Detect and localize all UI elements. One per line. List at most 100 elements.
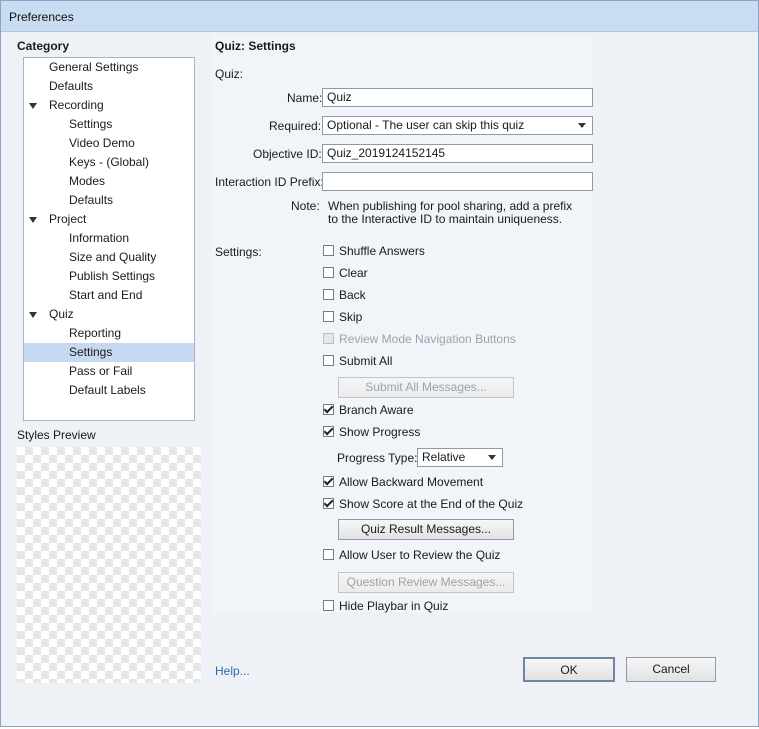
cancel-button[interactable]: Cancel [626,657,716,682]
category-item-start-and-end[interactable]: Start and End [24,286,194,305]
category-item-publish-settings[interactable]: Publish Settings [24,267,194,286]
category-item-label: Settings [69,345,113,359]
show-progress-label: Show Progress [339,425,421,439]
progress-type-value: Relative [422,450,466,464]
check-icon [323,497,334,508]
branch-aware-checkbox[interactable] [323,403,334,415]
category-item-label: Modes [69,174,106,188]
question-review-messages-button: Question Review Messages... [338,572,514,593]
category-item-pass-or-fail[interactable]: Pass or Fail [24,362,194,381]
clear-checkbox[interactable] [323,267,334,278]
required-select[interactable]: Optional - The user can skip this quiz [322,116,593,135]
category-item-size-and-quality[interactable]: Size and Quality [24,248,194,267]
expand-triangle-icon[interactable] [29,217,37,223]
category-tree: General Settings Defaults Recording Setting… [23,57,195,421]
category-item-reporting[interactable]: Reporting [24,324,194,343]
check-icon [323,425,334,436]
check-icon [323,403,334,414]
back-checkbox[interactable] [323,289,334,300]
category-item-label: Recording [49,98,104,112]
category-item-defaults[interactable]: Defaults [24,77,194,96]
styles-preview-label: Styles Preview [17,428,96,442]
show-progress-checkbox[interactable] [323,425,334,437]
settings-label: Settings: [215,245,262,259]
note-line-1: When publishing for pool sharing, add a … [328,199,573,213]
hide-playbar-checkbox[interactable] [323,600,334,611]
show-score-label: Show Score at the End of the Quiz [339,497,524,511]
clear-label: Clear [339,266,368,280]
category-item-label: Project [49,212,87,226]
preferences-window: Preferences Category General Settings Def… [0,0,759,727]
category-item-quiz[interactable]: Quiz [24,305,194,324]
styles-preview [17,447,201,683]
required-label: Required: [269,119,322,133]
category-item-settings[interactable]: Settings [24,343,194,362]
branch-aware-label: Branch Aware [339,403,414,417]
help-link[interactable]: Help... [215,664,250,678]
category-item-label: Size and Quality [69,250,157,264]
submit-all-messages-button: Submit All Messages... [338,377,514,398]
panel-title: Quiz: Settings [215,39,296,53]
category-item-keys-global[interactable]: Keys - (Global) [24,153,194,172]
allow-review-checkbox[interactable] [323,549,334,560]
category-item-modes[interactable]: Modes [24,172,194,191]
expand-triangle-icon[interactable] [29,103,37,109]
chevron-down-icon [488,455,496,460]
objective-id-label: Objective ID: [253,147,322,161]
category-item-label: Defaults [49,79,94,93]
review-mode-navigation-checkbox [323,333,334,344]
title-bar[interactable]: Preferences [1,1,758,32]
chevron-down-icon [578,123,586,128]
skip-label: Skip [339,310,363,324]
category-item-label: Publish Settings [69,269,156,283]
submit-all-checkbox[interactable] [323,355,334,366]
category-item-label: Video Demo [69,136,135,150]
category-item-recording[interactable]: Recording [24,96,194,115]
interaction-id-prefix-label: Interaction ID Prefix: [215,175,324,189]
category-item-label: Reporting [69,326,122,340]
quiz-result-messages-button[interactable]: Quiz Result Messages... [338,519,514,540]
name-input[interactable]: Quiz [322,88,593,107]
interaction-id-prefix-input[interactable] [322,172,593,191]
allow-backward-movement-checkbox[interactable] [323,475,334,487]
shuffle-answers-label: Shuffle Answers [339,244,425,258]
allow-review-label: Allow User to Review the Quiz [339,548,501,562]
category-item-information[interactable]: Information [24,229,194,248]
name-label: Name: [287,91,323,105]
category-item-label: Settings [69,117,113,131]
category-item-label: Pass or Fail [69,364,133,378]
allow-backward-movement-label: Allow Backward Movement [339,475,484,489]
category-heading: Category [17,39,70,53]
category-item-label: Information [69,231,130,245]
category-item-default-labels[interactable]: Default Labels [24,381,194,400]
note-line-2: to the Interactive ID to maintain unique… [328,212,563,226]
progress-type-select[interactable]: Relative [417,448,503,467]
category-item-project[interactable]: Project [24,210,194,229]
category-item-video-demo[interactable]: Video Demo [24,134,194,153]
show-score-checkbox[interactable] [323,497,334,509]
category-item-label: Quiz [49,307,74,321]
category-item-settings[interactable]: Settings [24,115,194,134]
shuffle-answers-checkbox[interactable] [323,245,334,256]
hide-playbar-label: Hide Playbar in Quiz [339,599,449,613]
window-title: Preferences [9,10,74,24]
ok-button[interactable]: OK [523,657,615,682]
category-item-general-settings[interactable]: General Settings [24,58,194,77]
skip-checkbox[interactable] [323,311,334,322]
progress-type-label: Progress Type: [337,451,418,465]
category-item-defaults[interactable]: Defaults [24,191,194,210]
category-item-label: Default Labels [69,383,146,397]
category-item-label: Keys - (Global) [69,155,150,169]
back-label: Back [339,288,366,302]
category-item-label: Start and End [69,288,143,302]
quiz-section-label: Quiz: [215,67,244,81]
expand-triangle-icon[interactable] [29,312,37,318]
category-item-label: General Settings [49,60,139,74]
note-label: Note: [291,199,320,213]
objective-id-input[interactable]: Quiz_2019124152145 [322,144,593,163]
check-icon [323,475,334,486]
required-value: Optional - The user can skip this quiz [327,118,525,132]
category-item-label: Defaults [69,193,114,207]
review-mode-navigation-label: Review Mode Navigation Buttons [339,332,516,346]
submit-all-label: Submit All [339,354,393,368]
